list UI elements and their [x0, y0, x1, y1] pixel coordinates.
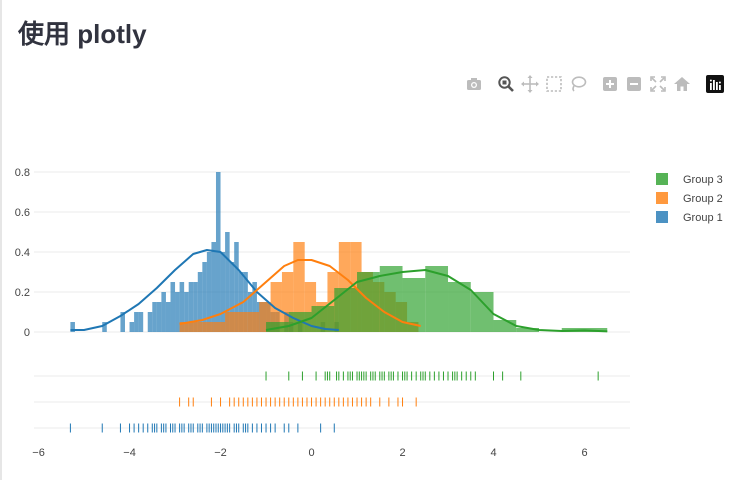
x-tick-label: 0 [308, 447, 314, 459]
histogram-bar [220, 252, 226, 332]
legend-item-group-3[interactable]: Group 3 [656, 173, 723, 186]
histogram-bar [129, 322, 135, 332]
histogram-bar [211, 242, 216, 332]
histogram-bar [202, 262, 207, 332]
legend-swatch [656, 173, 668, 185]
x-tick-label: −6 [32, 447, 45, 459]
histogram-bar [236, 312, 248, 332]
legend-label: Group 2 [683, 193, 723, 205]
histogram-bar [170, 282, 176, 332]
legend-swatch [656, 192, 668, 204]
histogram-bar [493, 320, 517, 332]
histogram-bar [206, 252, 212, 332]
histogram-bar [134, 312, 139, 332]
distplot-chart: 00.20.40.60.8−6 −4 −2 0 2 4 6 Group 3Group 2Gr… [15, 167, 723, 459]
x-tick-label: 6 [581, 447, 587, 459]
y-tick-label: 0.6 [15, 207, 30, 219]
histogram-bar [247, 312, 260, 332]
y-tick-label: 0.4 [15, 247, 30, 259]
x-tick-label: −4 [123, 447, 136, 459]
legend-item-group-2[interactable]: Group 2 [656, 192, 723, 205]
histogram-bar [190, 322, 203, 332]
histogram-bar [138, 312, 144, 332]
legend[interactable]: Group 3 Group 2 Group 1 [656, 173, 723, 224]
histogram-bar [225, 312, 237, 332]
histogram-bar [175, 292, 180, 332]
x-tick-label: 4 [490, 447, 496, 459]
histogram-bar [470, 292, 494, 332]
histogram-bar [165, 302, 171, 332]
legend-swatch [656, 211, 668, 223]
histogram-bar [202, 322, 214, 332]
legend-label: Group 3 [683, 174, 723, 186]
histogram-bar [147, 312, 153, 332]
y-tick-label: 0.2 [15, 287, 30, 299]
histogram-bar [213, 322, 226, 332]
y-tick-label: 0 [24, 327, 30, 339]
legend-label: Group 1 [683, 212, 723, 224]
histogram-bar [156, 302, 162, 332]
histogram-bar [161, 292, 166, 332]
histogram-bar [334, 288, 358, 332]
histogram-bar [152, 302, 157, 332]
x-tick-label: 2 [399, 447, 405, 459]
histogram-bar [448, 282, 471, 332]
legend-item-group-1[interactable]: Group 1 [656, 211, 723, 224]
y-tick-label: 0.8 [15, 167, 30, 179]
x-tick-label: −2 [214, 447, 227, 459]
histogram-group-3 [266, 266, 608, 332]
